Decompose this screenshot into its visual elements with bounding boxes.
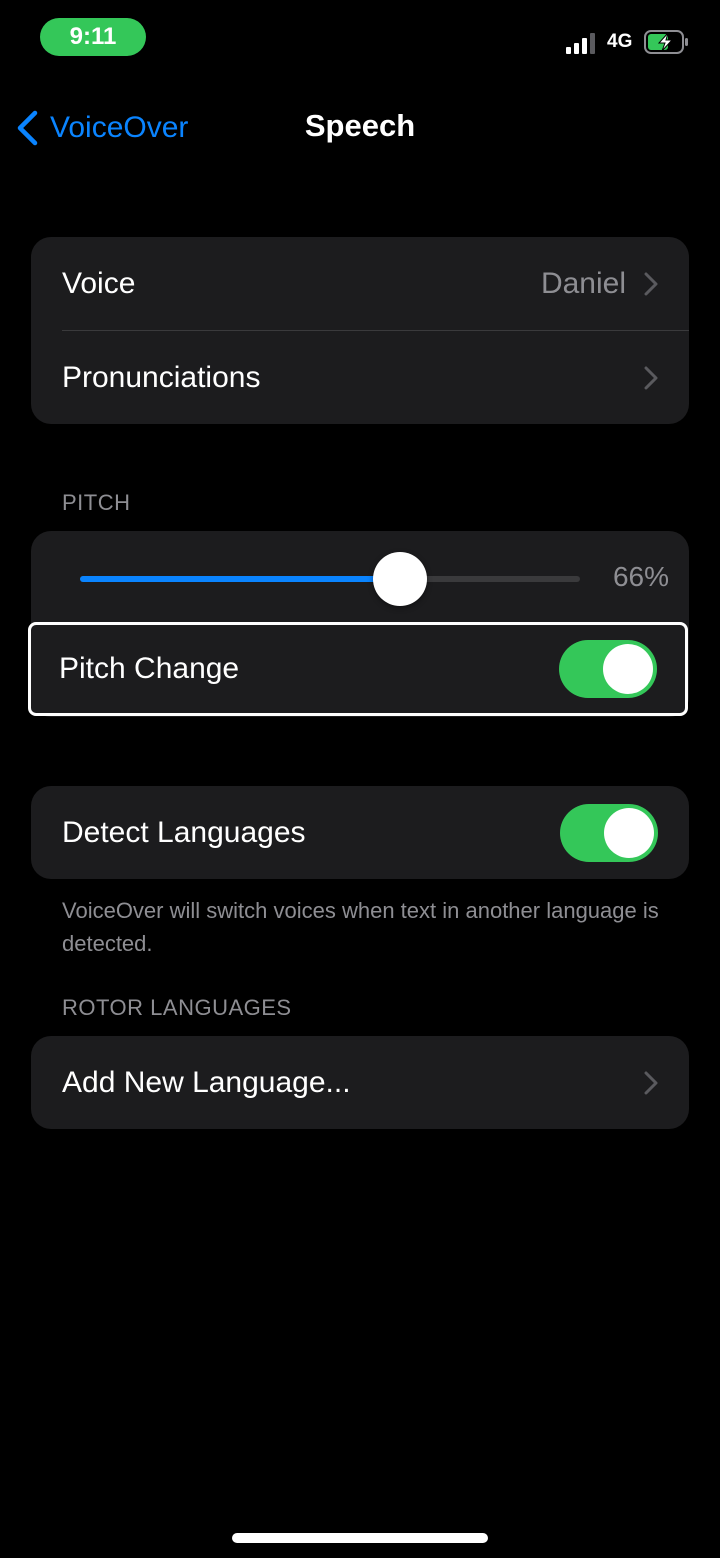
chevron-right-icon	[644, 272, 658, 295]
voice-label: Voice	[62, 266, 136, 300]
pitch-slider-fill	[80, 576, 400, 582]
pitch-slider[interactable]	[80, 552, 580, 606]
pitch-change-row[interactable]: Pitch Change	[31, 625, 685, 713]
pitch-section-header: PITCH	[62, 490, 131, 515]
toggle-knob	[603, 644, 653, 694]
pitch-slider-row: 66%	[31, 531, 689, 624]
pronunciations-label: Pronunciations	[62, 360, 261, 394]
voice-value: Daniel	[540, 266, 626, 300]
detect-languages-label: Detect Languages	[62, 815, 306, 849]
add-language-label: Add New Language...	[62, 1065, 351, 1099]
pitch-change-label: Pitch Change	[59, 652, 240, 685]
voice-row[interactable]: Voice Daniel	[31, 237, 689, 330]
rotor-section-header: ROTOR LANGUAGES	[62, 995, 292, 1020]
voiceover-focus-ring: Pitch Change	[28, 622, 688, 716]
detect-languages-row[interactable]: Detect Languages	[31, 786, 689, 879]
back-chevron-icon	[17, 110, 38, 146]
rotor-group: Add New Language...	[31, 1036, 689, 1129]
chevron-right-icon	[644, 366, 658, 389]
network-type: 4G	[607, 31, 633, 52]
home-indicator[interactable]	[232, 1533, 488, 1543]
detect-languages-footer: VoiceOver will switch voices when text i…	[62, 898, 659, 956]
toggle-knob	[604, 807, 654, 858]
detect-languages-group: Detect Languages	[31, 786, 689, 879]
pitch-percent: 66%	[612, 561, 669, 592]
voice-group: Voice Daniel Pronunciations	[31, 237, 689, 424]
pitch-change-toggle[interactable]	[559, 640, 657, 698]
chevron-right-icon	[644, 1071, 658, 1094]
battery-charging-icon	[644, 30, 688, 54]
back-button[interactable]: VoiceOver	[16, 106, 188, 150]
pronunciations-row[interactable]: Pronunciations	[31, 331, 689, 424]
pitch-slider-thumb[interactable]	[373, 552, 427, 606]
back-label: VoiceOver	[50, 111, 189, 144]
add-language-row[interactable]: Add New Language...	[31, 1036, 689, 1129]
status-time: 9:11	[40, 18, 146, 56]
detect-languages-toggle[interactable]	[560, 803, 658, 862]
signal-icon	[566, 33, 595, 54]
